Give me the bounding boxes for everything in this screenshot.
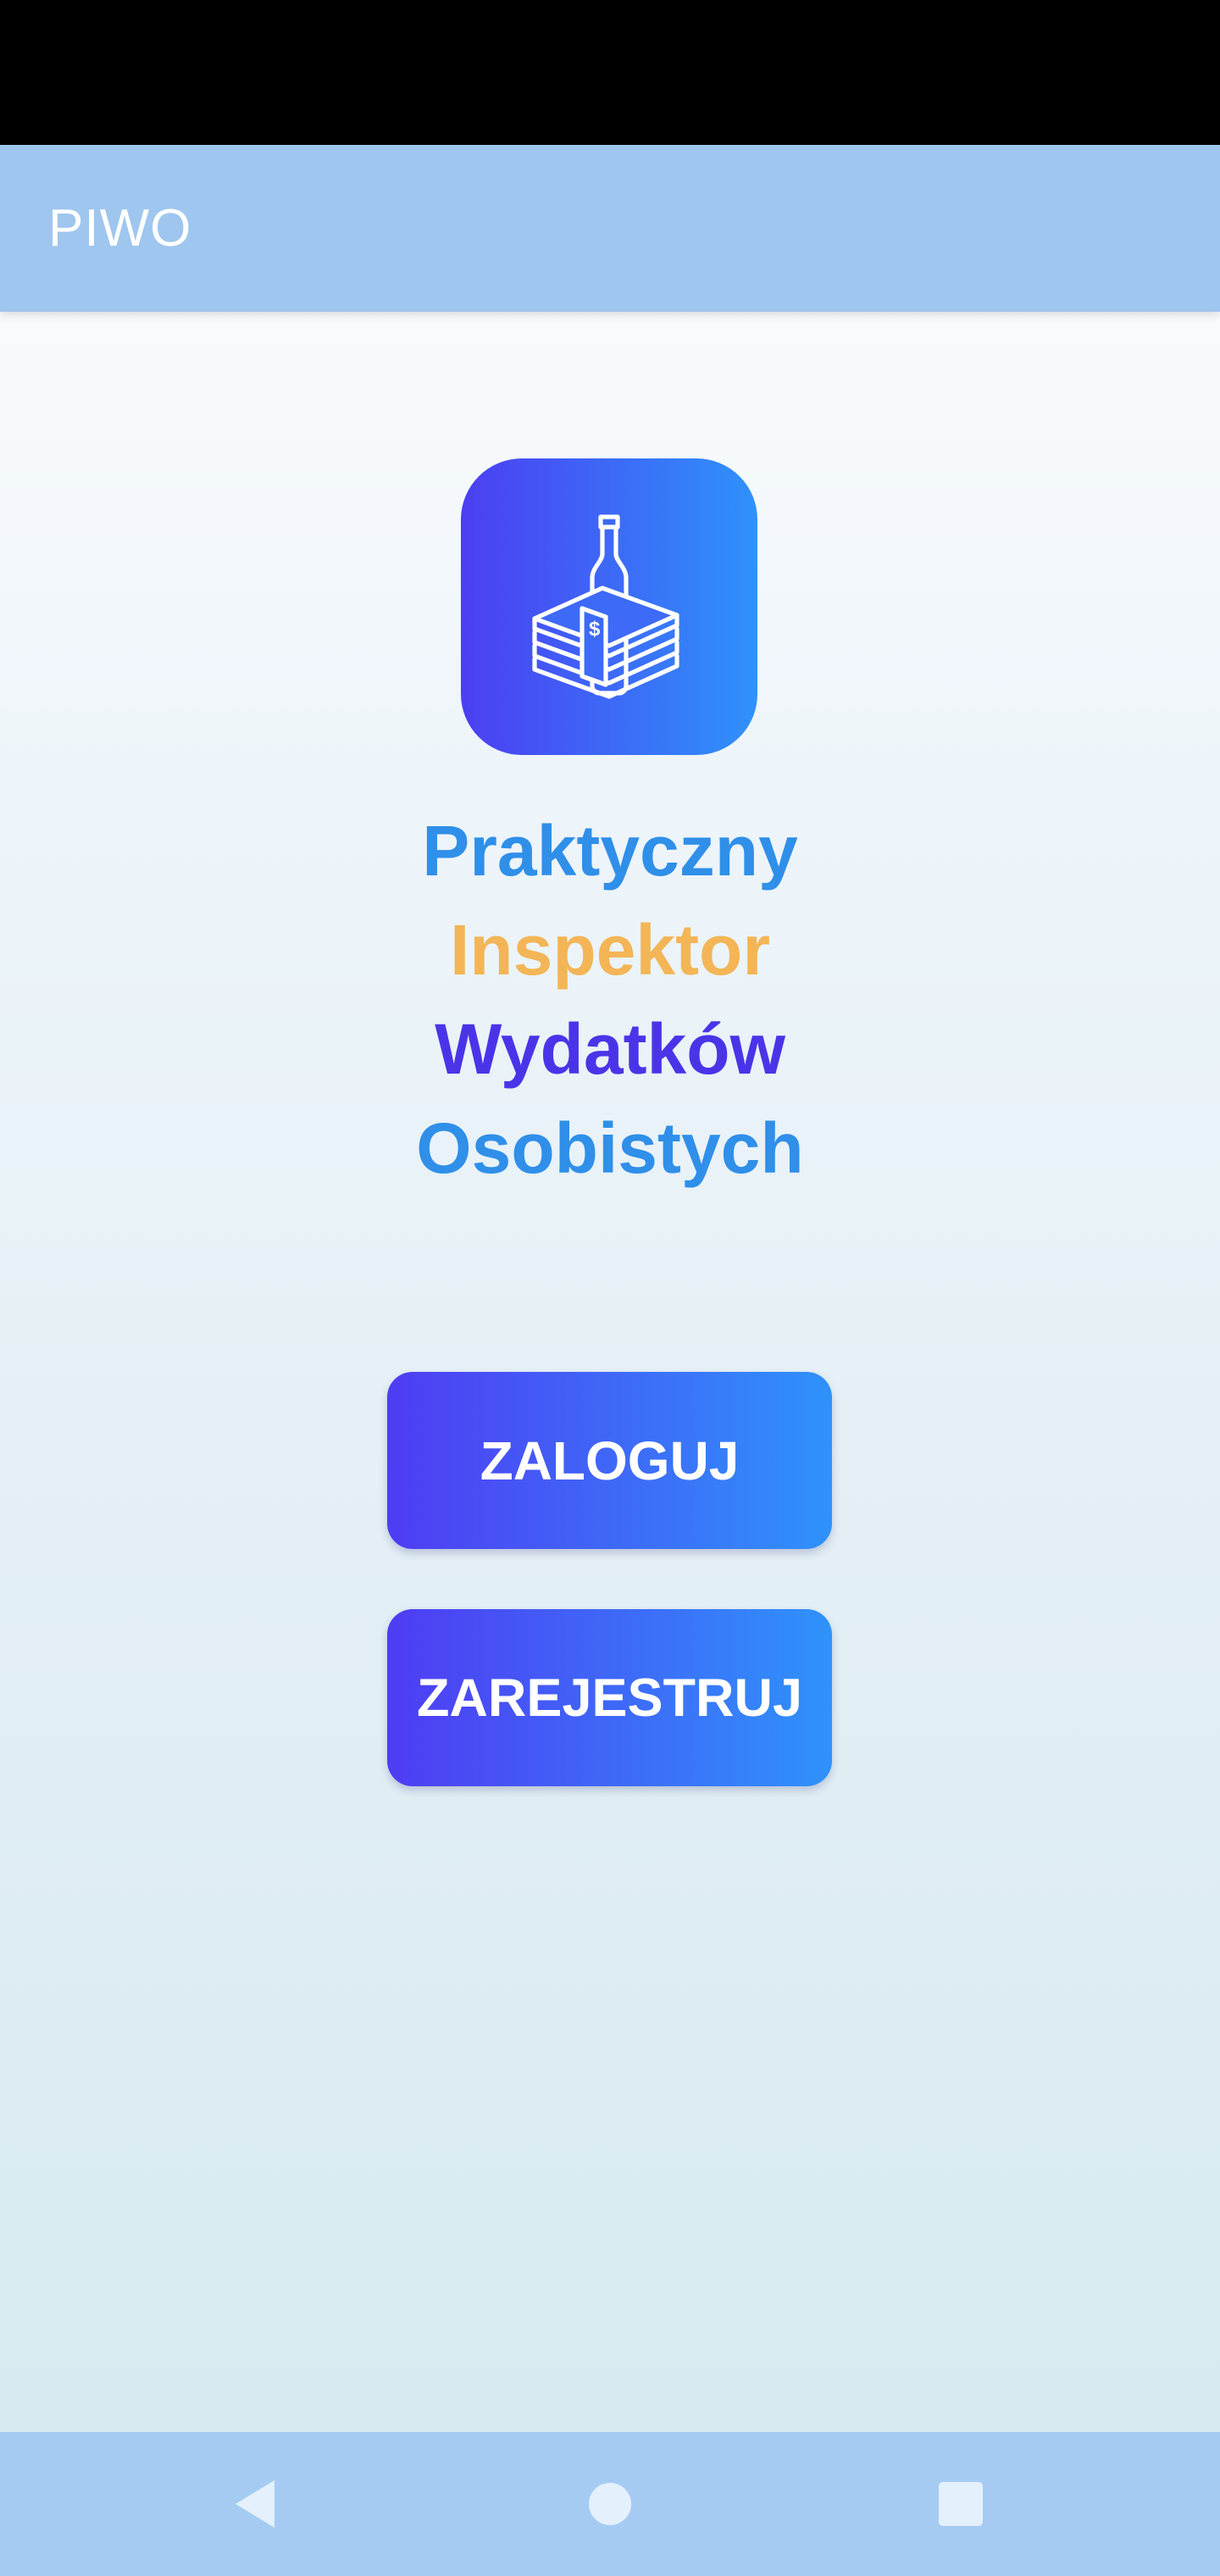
nav-back-button[interactable] [186, 2432, 322, 2576]
back-icon [236, 2480, 274, 2528]
status-bar [0, 0, 1220, 145]
bottle-and-money-icon: $ [532, 514, 679, 699]
app-logo: $ [461, 458, 757, 755]
headline-line-3: Wydatków [435, 1009, 785, 1089]
headline-line-4: Osobistych [416, 1108, 804, 1188]
headline-line-1: Praktyczny [422, 811, 798, 891]
app-headline: Praktyczny Inspektor Wydatków Osobistych [0, 802, 1220, 1198]
register-button[interactable]: ZAREJESTRUJ [387, 1609, 832, 1786]
headline-line-2: Inspektor [449, 910, 771, 990]
login-button[interactable]: ZALOGUJ [387, 1372, 832, 1549]
recents-icon [939, 2482, 983, 2526]
app-bar: PIWO [0, 145, 1220, 312]
screen: PIWO $ Praktyczny Inspektor Wydatków Oso… [0, 0, 1220, 2576]
svg-text:$: $ [589, 618, 601, 641]
system-nav-bar [0, 2432, 1220, 2576]
nav-home-button[interactable] [542, 2432, 678, 2576]
home-icon [589, 2483, 631, 2525]
app-title: PIWO [48, 199, 192, 258]
nav-recents-button[interactable] [893, 2432, 1029, 2576]
